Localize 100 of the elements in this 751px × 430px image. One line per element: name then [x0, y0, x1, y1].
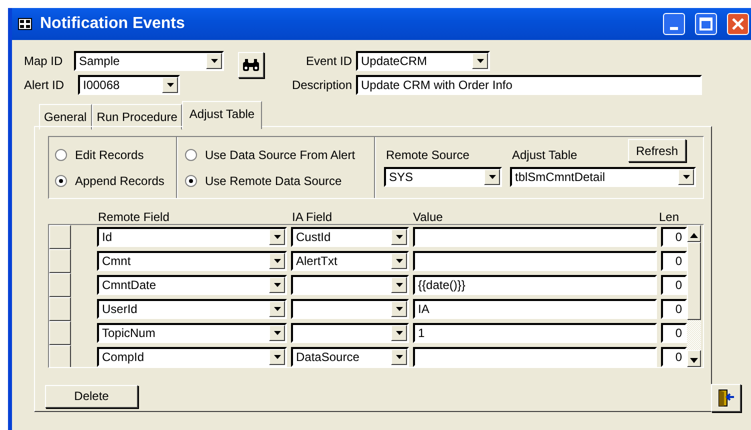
combo-box[interactable]: SYS	[384, 167, 502, 187]
caret-icon	[274, 283, 280, 287]
dropdown-button[interactable]	[269, 301, 285, 317]
radio-button[interactable]	[185, 148, 197, 160]
caret-icon	[274, 331, 280, 335]
binoculars-icon	[242, 58, 260, 72]
field-label: Event ID	[304, 53, 353, 70]
scroll-up-button[interactable]	[687, 225, 701, 242]
form-icon	[18, 18, 32, 30]
combo-box[interactable]: Cmnt	[97, 251, 287, 271]
dropdown-button[interactable]	[678, 169, 694, 185]
up-arrow-icon	[690, 233, 698, 238]
scroll-thumb[interactable]	[687, 242, 701, 320]
dropdown-button[interactable]	[269, 229, 285, 245]
radio-label[interactable]: Use Remote Data Source	[205, 172, 342, 190]
dropdown-button[interactable]	[391, 277, 407, 293]
combo-box[interactable]: UserId	[97, 299, 287, 319]
length-field[interactable]: 0	[661, 275, 687, 295]
radio-label[interactable]: Edit Records	[75, 146, 144, 164]
length-field[interactable]: 0	[661, 347, 687, 367]
combo-box[interactable]: I00068	[78, 75, 180, 95]
column-header: Len	[658, 209, 680, 224]
column-header: Value	[412, 209, 444, 224]
caret-icon	[396, 355, 402, 359]
combo-box[interactable]: CmntDate	[97, 275, 287, 295]
row-selector[interactable]	[49, 321, 71, 345]
caret-icon	[396, 283, 402, 287]
description-field[interactable]: Update CRM with Order Info	[356, 75, 702, 95]
tab[interactable]: General	[39, 104, 92, 130]
length-field[interactable]: 0	[661, 227, 687, 247]
radio-button[interactable]	[185, 174, 197, 186]
dropdown-button[interactable]	[269, 325, 285, 341]
dropdown-button[interactable]	[269, 277, 285, 293]
dropdown-button[interactable]	[269, 349, 285, 365]
delete-button[interactable]: Delete	[45, 384, 138, 408]
value-field[interactable]: IA	[413, 299, 657, 319]
caret-icon	[396, 235, 402, 239]
minimize-icon	[670, 26, 678, 30]
refresh-button[interactable]: Refresh	[628, 139, 686, 162]
dropdown-button[interactable]	[391, 229, 407, 245]
dropdown-button[interactable]	[391, 253, 407, 269]
dropdown-button[interactable]	[162, 77, 178, 93]
combo-box[interactable]: CustId	[291, 227, 409, 247]
dropdown-button[interactable]	[206, 53, 222, 69]
caret-icon	[488, 175, 496, 179]
combo-box[interactable]: DataSource	[291, 347, 409, 367]
combo-box[interactable]: AlertTxt	[291, 251, 409, 271]
value-field[interactable]: {{date()}}	[413, 275, 657, 295]
field-label: Adjust Table	[512, 147, 578, 164]
combo-box[interactable]: TopicNum	[97, 323, 287, 343]
length-field[interactable]: 0	[661, 323, 687, 343]
minimize-button[interactable]	[663, 13, 685, 35]
radio-label[interactable]: Append Records	[75, 172, 164, 190]
maximize-icon	[699, 17, 713, 31]
length-field[interactable]: 0	[661, 251, 687, 271]
value-field[interactable]	[413, 251, 657, 271]
caret-icon	[274, 307, 280, 311]
field-label: Description	[290, 77, 353, 94]
radio-label[interactable]: Use Data Source From Alert	[205, 146, 356, 164]
field-label: Alert ID	[24, 77, 66, 94]
combo-box[interactable]	[291, 299, 409, 319]
close-button[interactable]	[727, 13, 749, 35]
row-selector[interactable]	[49, 273, 71, 297]
maximize-button[interactable]	[695, 13, 717, 35]
value-field[interactable]	[413, 227, 657, 247]
scroll-down-button[interactable]	[687, 350, 701, 367]
row-selector[interactable]	[49, 297, 71, 321]
row-selector[interactable]	[49, 345, 71, 367]
combo-box[interactable]: Sample	[74, 51, 224, 71]
combo-box[interactable]: CompId	[97, 347, 287, 367]
combo-box[interactable]: Id	[97, 227, 287, 247]
value-field[interactable]	[413, 347, 657, 367]
radio-button[interactable]	[55, 174, 67, 186]
dropdown-button[interactable]	[269, 253, 285, 269]
dropdown-button[interactable]	[472, 53, 488, 69]
length-field[interactable]: 0	[661, 299, 687, 319]
caret-icon	[476, 59, 484, 63]
caret-icon	[396, 331, 402, 335]
dropdown-button[interactable]	[391, 349, 407, 365]
dropdown-button[interactable]	[391, 325, 407, 341]
combo-box[interactable]: UpdateCRM	[356, 51, 490, 71]
row-selector[interactable]	[49, 225, 71, 249]
tab[interactable]: Run Procedure	[92, 104, 182, 130]
caret-icon	[682, 175, 690, 179]
door-exit-icon	[717, 389, 735, 407]
tab[interactable]: Adjust Table	[182, 101, 262, 129]
find-button[interactable]	[238, 52, 264, 78]
caret-icon	[396, 307, 402, 311]
dropdown-button[interactable]	[391, 301, 407, 317]
combo-box[interactable]	[291, 275, 409, 295]
caret-icon	[210, 59, 218, 63]
field-label: Map ID	[24, 53, 64, 70]
combo-box[interactable]: tblSmCmntDetail	[510, 167, 696, 187]
dropdown-button[interactable]	[484, 169, 500, 185]
exit-button[interactable]	[711, 384, 741, 412]
caret-icon	[166, 83, 174, 87]
row-selector[interactable]	[49, 249, 71, 273]
radio-button[interactable]	[55, 148, 67, 160]
value-field[interactable]: 1	[413, 323, 657, 343]
combo-box[interactable]	[291, 323, 409, 343]
